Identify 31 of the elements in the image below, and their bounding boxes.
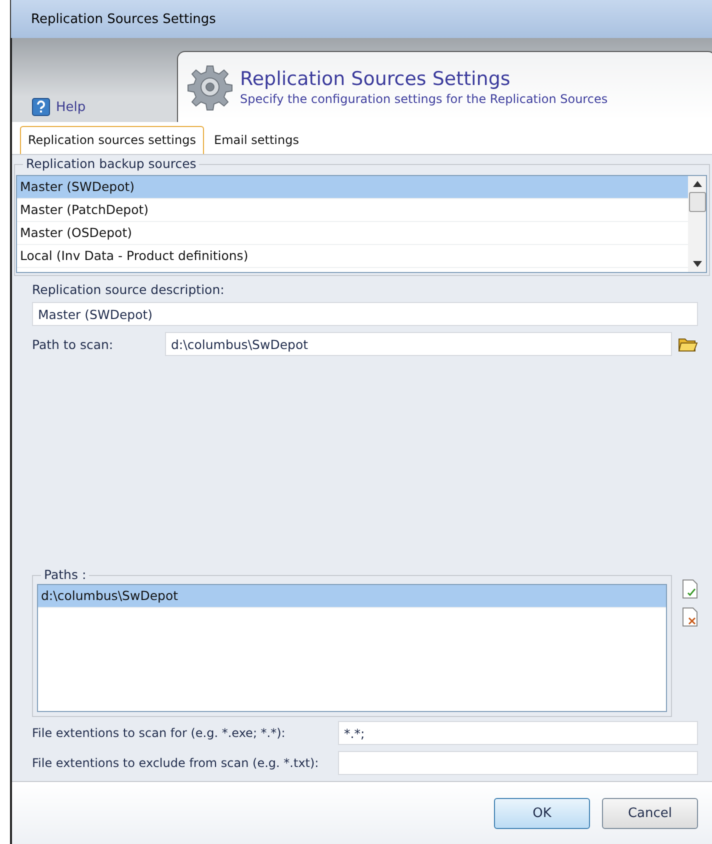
window-title: Replication Sources Settings [10,0,712,38]
scroll-thumb[interactable] [688,192,706,212]
field-label: Path to scan: [32,336,114,352]
scroll-up-icon[interactable] [692,181,702,187]
help-button[interactable]: Help [12,92,177,122]
list-item[interactable]: Master (PatchDepot) [17,199,688,222]
extension-field[interactable]: *.*; [338,721,698,745]
gear-icon [186,63,234,111]
dialog-button[interactable]: Cancel [602,798,698,828]
field-label: File extentions to exclude from scan (e.g. *.txt): [32,756,320,770]
help-icon [32,98,50,116]
tab[interactable]: Replication sources settings [20,126,204,154]
group-legend: Paths : [41,567,90,582]
field-label: Replication source description: [32,282,226,297]
document-check-icon[interactable] [682,579,698,599]
dialog-button[interactable]: OK [494,798,590,828]
tab[interactable]: Email settings [206,126,307,154]
document-delete-icon[interactable] [682,607,698,627]
path-field[interactable]: d:\columbus\SwDepot [165,332,672,356]
header-title: Replication Sources Settings [240,68,512,90]
scroll-down-icon[interactable] [692,261,702,267]
list-item[interactable]: Master (OSDepot) [17,222,688,245]
scrollbar[interactable] [688,176,706,272]
header-subtitle: Specify the configuration settings for the Replication Sources [240,92,608,106]
group-legend: Replication backup sources [23,156,200,171]
list-item[interactable]: Master (SWDepot) [17,176,688,199]
list-item[interactable]: d:\columbus\SwDepot [38,585,666,608]
field-label: File extentions to scan for (e.g. *.exe; *.*): [32,726,286,740]
extension-field[interactable] [338,751,698,775]
description-field[interactable]: Master (SWDepot) [32,302,698,326]
list-item[interactable]: Local (Inv Data - Product definitions) [17,245,688,268]
